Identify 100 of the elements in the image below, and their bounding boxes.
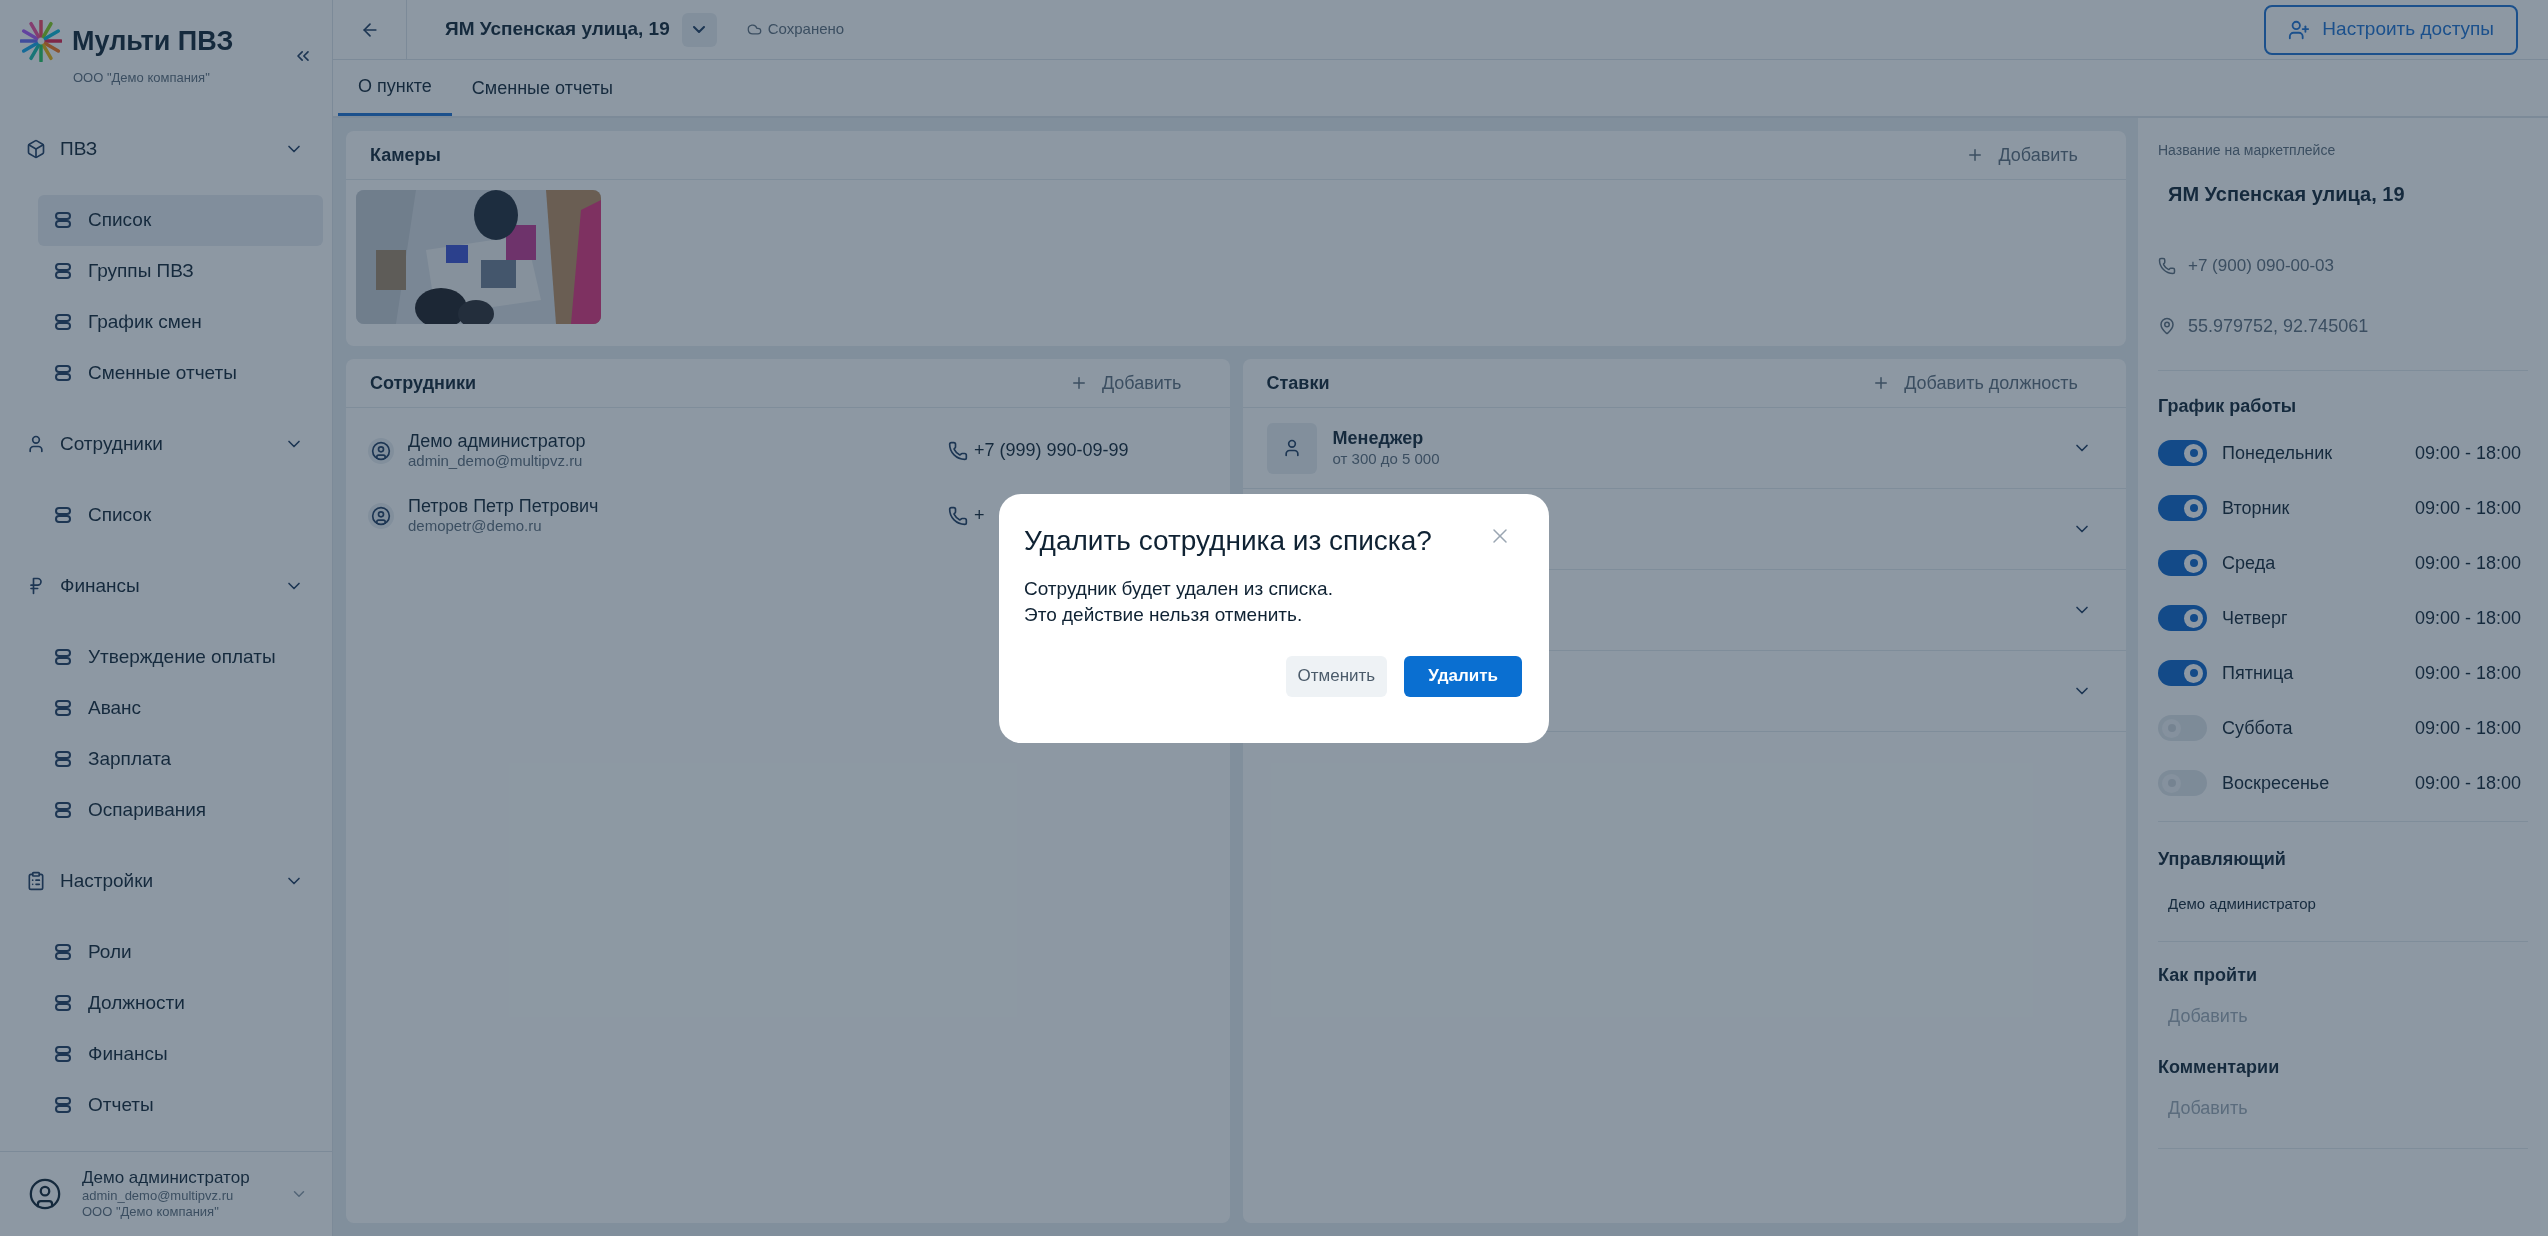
- cloud-icon: [746, 22, 762, 37]
- sidebar-group[interactable]: Сотрудники: [0, 418, 332, 470]
- delete-button[interactable]: Удалить: [1404, 655, 1522, 697]
- clipboard-icon: [26, 871, 46, 892]
- list-icon: [54, 994, 72, 1013]
- point-title: ЯМ Успенская улица, 19: [445, 17, 670, 42]
- toggle-switch[interactable]: [2158, 495, 2207, 521]
- employee-phone: +: [974, 504, 985, 527]
- work-hours: 09:00 - 18:00: [2414, 441, 2521, 465]
- save-status: Сохранено: [767, 19, 845, 40]
- toggle-switch[interactable]: [2158, 715, 2207, 741]
- sidebar-item[interactable]: Зарплата: [38, 733, 323, 785]
- phone-icon: [948, 440, 968, 461]
- tab[interactable]: О пункте: [338, 60, 452, 116]
- field-label: Название на маркетплейсе: [2158, 141, 2337, 160]
- list-icon: [54, 943, 72, 962]
- avatar-icon: [368, 437, 394, 464]
- chevron-icon: [693, 26, 706, 33]
- dialog-message: Сотрудник будет удален из списка.: [1024, 576, 1334, 601]
- list-icon: [54, 211, 72, 230]
- sidebar-item[interactable]: Сменные отчеты: [38, 347, 323, 399]
- phone-icon: [948, 505, 968, 526]
- position-range: от 300 до 5 000: [1332, 449, 1440, 469]
- work-hours: 09:00 - 18:00: [2414, 551, 2521, 575]
- sidebar-item[interactable]: Группы ПВЗ: [38, 245, 323, 297]
- sidebar-item[interactable]: Оспаривания: [38, 784, 323, 836]
- user-email: admin_demo@multipvz.ru: [82, 1188, 235, 1205]
- card-title: Ставки: [1266, 371, 1331, 395]
- employee-email: demopetr@demo.ru: [408, 517, 543, 537]
- list-icon: [54, 364, 72, 383]
- dropdown-button[interactable]: [681, 12, 717, 47]
- list-icon: [54, 699, 72, 718]
- section-title: Как пройти: [2158, 964, 2259, 987]
- location-icon: [2158, 317, 2176, 335]
- avatar-icon: [28, 1176, 62, 1211]
- employee-name: Демо администратор: [408, 429, 587, 453]
- add-button[interactable]: Добавить должность: [1872, 369, 2078, 397]
- day-label: Пятница: [2222, 661, 2295, 685]
- logo-icon: [20, 20, 62, 62]
- add-user-icon: [2288, 18, 2311, 41]
- position-name: Менеджер: [1332, 427, 1425, 450]
- point-phone: +7 (900) 090-00-03: [2188, 255, 2335, 277]
- toggle-switch[interactable]: [2158, 770, 2207, 796]
- section-title: Комментарии: [2158, 1056, 2281, 1079]
- sidebar-group[interactable]: Настройки: [0, 855, 332, 907]
- section-title: Управляющий: [2158, 847, 2287, 871]
- list-icon: [54, 1096, 72, 1115]
- tab[interactable]: Сменные отчеты: [451, 60, 633, 116]
- employee-phone: +7 (999) 990-09-99: [974, 439, 1129, 462]
- day-label: Воскресенье: [2222, 771, 2331, 795]
- sidebar-item[interactable]: Отчеты: [38, 1079, 323, 1131]
- list-icon: [54, 313, 72, 332]
- toggle-switch[interactable]: [2158, 550, 2207, 576]
- cube-icon: [26, 139, 46, 160]
- work-hours: 09:00 - 18:00: [2414, 606, 2521, 630]
- day-label: Суббота: [2222, 716, 2294, 740]
- access-button[interactable]: Настроить доступы: [2264, 4, 2518, 55]
- company-name: ООО "Демо компания": [73, 69, 211, 87]
- list-icon: [54, 648, 72, 667]
- dialog-message: Это действие нельзя отменить.: [1024, 602, 1304, 627]
- list-icon: [54, 750, 72, 769]
- sidebar-item[interactable]: Должности: [38, 977, 323, 1029]
- work-hours: 09:00 - 18:00: [2414, 496, 2521, 520]
- day-label: Вторник: [2222, 496, 2291, 520]
- day-label: Понедельник: [2222, 441, 2334, 465]
- person-icon: [26, 434, 46, 455]
- user-name: Демо администратор: [82, 1166, 251, 1189]
- user-company: ООО "Демо компания": [82, 1204, 220, 1221]
- point-coordinates: 55.979752, 92.745061: [2188, 314, 2369, 338]
- section-title: График работы: [2158, 394, 2298, 418]
- cancel-button[interactable]: Отменить: [1285, 655, 1388, 697]
- dialog-title: Удалить сотрудника из списка?: [1024, 523, 1433, 558]
- list-icon: [54, 1045, 72, 1064]
- sidebar-item[interactable]: Список: [38, 194, 323, 246]
- sidebar-item[interactable]: Роли: [38, 926, 323, 978]
- toggle-switch[interactable]: [2158, 660, 2207, 686]
- card-title: Камеры: [370, 143, 442, 167]
- app-name: Мульти ПВЗ: [72, 24, 234, 58]
- sidebar-group[interactable]: Финансы: [0, 560, 332, 612]
- work-hours: 09:00 - 18:00: [2414, 716, 2521, 740]
- list-icon: [54, 262, 72, 281]
- toggle-switch[interactable]: [2158, 440, 2207, 466]
- marketplace-name: ЯМ Успенская улица, 19: [2168, 182, 2406, 207]
- list-icon: [54, 801, 72, 820]
- add-button[interactable]: Добавить: [1966, 141, 2078, 169]
- day-label: Среда: [2222, 551, 2277, 575]
- avatar-icon: [368, 502, 394, 529]
- sidebar-item[interactable]: Утверждение оплаты: [38, 631, 323, 683]
- add-button[interactable]: Добавить: [1069, 369, 1182, 397]
- day-label: Четверг: [2222, 606, 2289, 630]
- manager-name: Демо администратор: [2168, 893, 2317, 914]
- position-icon: [1266, 422, 1317, 474]
- employee-email: admin_demo@multipvz.ru: [408, 452, 584, 472]
- toggle-switch[interactable]: [2158, 605, 2207, 631]
- employee-name: Петров Петр Петрович: [408, 494, 600, 518]
- sidebar-item[interactable]: Аванс: [38, 682, 323, 734]
- sidebar-item[interactable]: График смен: [38, 296, 323, 348]
- sidebar-group[interactable]: ПВЗ: [0, 123, 332, 175]
- sidebar-item[interactable]: Список: [38, 489, 323, 541]
- sidebar-item[interactable]: Финансы: [38, 1028, 323, 1080]
